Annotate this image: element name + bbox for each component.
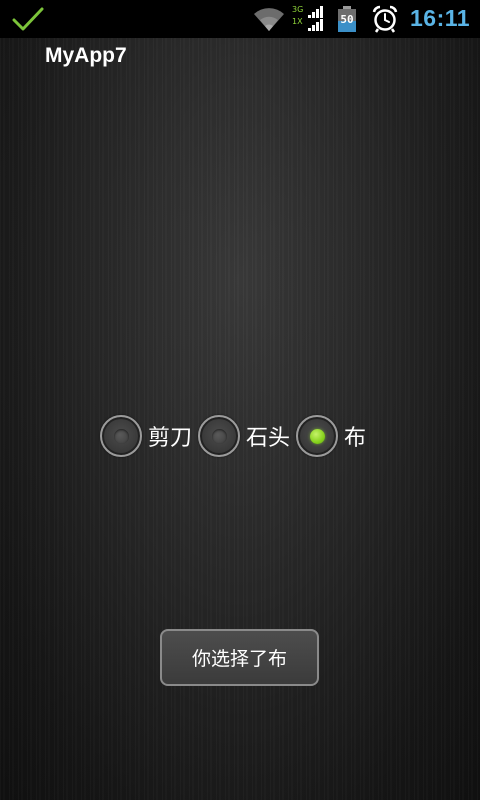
radio-option-rock[interactable]: 石头 <box>198 415 290 457</box>
radio-button-paper[interactable] <box>296 415 339 457</box>
radio-indicator <box>211 428 227 444</box>
wifi-icon <box>254 8 284 32</box>
radio-option-scissors[interactable]: 剪刀 <box>100 415 192 457</box>
radio-button-rock[interactable] <box>198 415 241 457</box>
radio-option-paper[interactable]: 布 <box>296 415 366 457</box>
check-icon <box>12 7 44 31</box>
app-screen: 3G 1X 50 16:11 MyApp7 剪刀 石头 布 你选择了布 <box>0 0 480 800</box>
status-bar: 3G 1X 50 16:11 <box>0 0 480 38</box>
status-time: 16:11 <box>410 5 471 31</box>
app-title: MyApp7 <box>45 44 127 67</box>
radio-group: 剪刀 石头 布 <box>100 412 372 460</box>
alarm-icon <box>372 5 398 33</box>
radio-button-scissors[interactable] <box>100 415 142 457</box>
radio-label-rock: 石头 <box>246 426 291 451</box>
radio-indicator-checked <box>309 428 325 444</box>
battery-level-text: 50 <box>340 13 354 26</box>
radio-label-paper: 布 <box>344 426 367 451</box>
radio-indicator <box>113 428 129 444</box>
radio-label-scissors: 剪刀 <box>148 426 193 451</box>
signal-icon: 3G 1X <box>292 4 326 34</box>
toast-message: 你选择了布 <box>160 629 319 686</box>
